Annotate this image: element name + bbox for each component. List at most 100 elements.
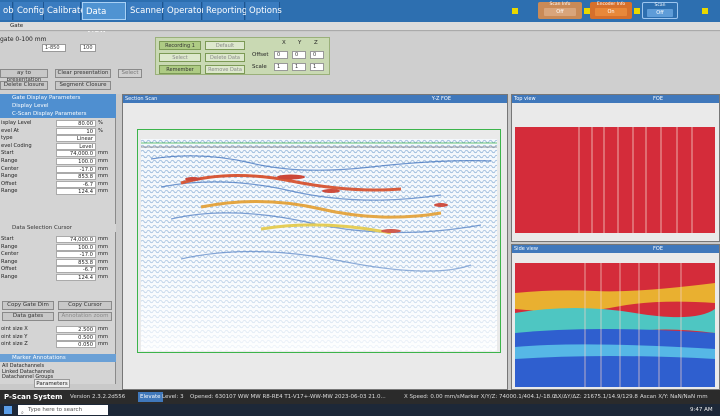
param-value[interactable]: -17.0	[56, 165, 96, 173]
encoder-info-value: On	[595, 8, 627, 16]
section-scan-control[interactable]: Y-Z FOE	[432, 95, 451, 103]
copy-gate-button[interactable]: Copy Gate Dim	[2, 301, 54, 310]
param-value[interactable]: -6.7	[56, 266, 96, 274]
param-name: oint size Y	[1, 333, 28, 340]
param-unit: mm	[98, 158, 109, 164]
default-button[interactable]: Default	[205, 41, 245, 50]
side-view-control[interactable]: FOE	[653, 245, 663, 253]
search-icon: ⌕	[21, 410, 24, 416]
param-value[interactable]: -17.0	[56, 251, 96, 259]
param-unit: %	[98, 127, 103, 134]
scan-toggle[interactable]: Scan Off	[642, 2, 678, 19]
param-unit: mm	[98, 274, 109, 280]
data-gates-button[interactable]: Data gates	[2, 312, 54, 321]
tab-data-view[interactable]: Data View	[82, 2, 126, 35]
param-value[interactable]: 124.4	[56, 274, 96, 281]
section-scan-view: Section Scan Y-Z FOE	[122, 94, 508, 390]
scan-info-value: Off	[543, 8, 577, 16]
param-value[interactable]: 74,000.0	[56, 236, 96, 243]
tab-config[interactable]: Config	[14, 2, 44, 20]
param-row: Center -17.0 mm	[0, 165, 116, 174]
top-view-image[interactable]	[515, 127, 715, 233]
search-input[interactable]: Type here to search	[18, 405, 108, 415]
scale-y-field[interactable]: 1	[292, 63, 306, 71]
param-value[interactable]: 80.00	[56, 120, 96, 127]
side-view-image[interactable]	[515, 263, 715, 387]
delete-data-button[interactable]: Delete Data	[205, 53, 245, 62]
delta-text: ΔX/ΔY/ΔZ: 21675.1/14.9/129.8	[554, 394, 638, 400]
delete-closure-button[interactable]: Delete Closure	[0, 81, 48, 90]
param-value[interactable]: 853.8	[56, 258, 96, 266]
scale-label: Scale	[252, 64, 267, 70]
section-scan-title: Section Scan	[125, 96, 158, 102]
param-name: Range	[1, 158, 18, 164]
top-view-title: Top view	[514, 96, 536, 102]
section-gate-display[interactable]: Gate Display Parameters	[0, 94, 116, 102]
marker-annotations-header[interactable]: Marker Annotations	[0, 354, 116, 362]
param-value[interactable]: -6.7	[56, 180, 96, 188]
annotation-zoom-button[interactable]: Annotation zoom	[58, 312, 112, 321]
param-name: oint size X	[1, 326, 28, 332]
offset-y-field[interactable]: 0	[292, 51, 306, 59]
gate-box	[137, 129, 501, 353]
windows-icon[interactable]	[4, 406, 12, 414]
warning-icon	[512, 8, 518, 14]
elevate-badge[interactable]: Elevate	[138, 392, 163, 402]
param-row: evel Coding Level	[0, 142, 116, 151]
warning-icon	[702, 8, 708, 14]
section-cscan-display[interactable]: C-Scan Display Parameters	[0, 110, 116, 118]
scan-info-toggle[interactable]: Scan Info Off	[538, 2, 582, 19]
tab-scanner[interactable]: Scanner	[127, 2, 165, 20]
range-from-field[interactable]: 1-850	[42, 44, 66, 52]
parameters-panel: Gate Display Parameters Display Level C-…	[0, 94, 116, 388]
param-unit: mm	[98, 266, 109, 273]
segment-closure-button[interactable]: Segment Closure	[55, 81, 111, 90]
select-button[interactable]: Select	[118, 69, 142, 78]
param-row: isplay Level 80.00%	[0, 120, 116, 128]
param-value[interactable]: 100.0	[56, 158, 96, 165]
scale-z-field[interactable]: 1	[310, 63, 324, 71]
param-value[interactable]: Level	[56, 142, 96, 150]
param-row: Range 853.8 mm	[0, 258, 116, 267]
offset-x-field[interactable]: 0	[274, 51, 288, 59]
remove-data-button[interactable]: Remove Data	[205, 65, 245, 74]
param-value[interactable]: 124.4	[56, 188, 96, 196]
param-value[interactable]: 10	[56, 127, 96, 135]
param-value[interactable]: 2.500	[56, 326, 96, 333]
offset-z-field[interactable]: 0	[310, 51, 324, 59]
param-row: Start 74,000.0 mm	[0, 236, 116, 244]
scan-value: Off	[647, 9, 673, 17]
remember-button[interactable]: Remember	[159, 65, 201, 74]
copy-presentation-button[interactable]: ay to presentation	[0, 69, 48, 83]
param-value[interactable]: 74,000.0	[56, 150, 96, 158]
param-value[interactable]: 853.8	[56, 173, 96, 181]
clear-presentation-button[interactable]: Clear presentation	[55, 69, 111, 78]
tab-operator[interactable]: Operator	[164, 2, 205, 20]
param-value[interactable]: 0.050	[56, 341, 96, 349]
rec-select-button[interactable]: Select	[159, 53, 201, 62]
recording-selector[interactable]: Recording 1	[159, 41, 201, 50]
range-to-field[interactable]: 100	[80, 44, 96, 52]
parameters-tab[interactable]: Parameters	[34, 379, 70, 388]
gate-toolbar: Gate	[0, 22, 720, 31]
tab-job[interactable]: ob	[0, 2, 14, 20]
scale-x-field[interactable]: 1	[274, 63, 288, 71]
ascan-text: Ascan X/Y: NaN/NaN mm	[640, 394, 708, 400]
marker-text: Marker X/Y/Z: 74000.1/404.1/-18.0	[460, 394, 556, 400]
tab-calibrate[interactable]: Calibrate	[44, 2, 86, 20]
param-name: Center	[1, 165, 19, 172]
copy-cursor-button[interactable]: Copy Cursor	[58, 301, 112, 310]
param-value[interactable]: 0.500	[56, 333, 96, 341]
tab-reporting[interactable]: Reporting	[203, 2, 247, 20]
top-view-control[interactable]: FOE	[653, 95, 663, 103]
level-text: Level: 3	[162, 394, 184, 400]
param-unit: mm	[98, 243, 109, 250]
param-value[interactable]: Linear	[56, 135, 96, 143]
tab-options[interactable]: Options	[246, 2, 282, 20]
section-display-level[interactable]: Display Level	[0, 102, 116, 110]
param-row: Center -17.0 mm	[0, 251, 116, 259]
encoder-info-toggle[interactable]: Encoder Info On	[590, 2, 632, 19]
scan-info-label: Scan Info	[549, 2, 571, 7]
side-view-header: Side view FOE	[512, 245, 719, 253]
param-value[interactable]: 100.0	[56, 243, 96, 251]
